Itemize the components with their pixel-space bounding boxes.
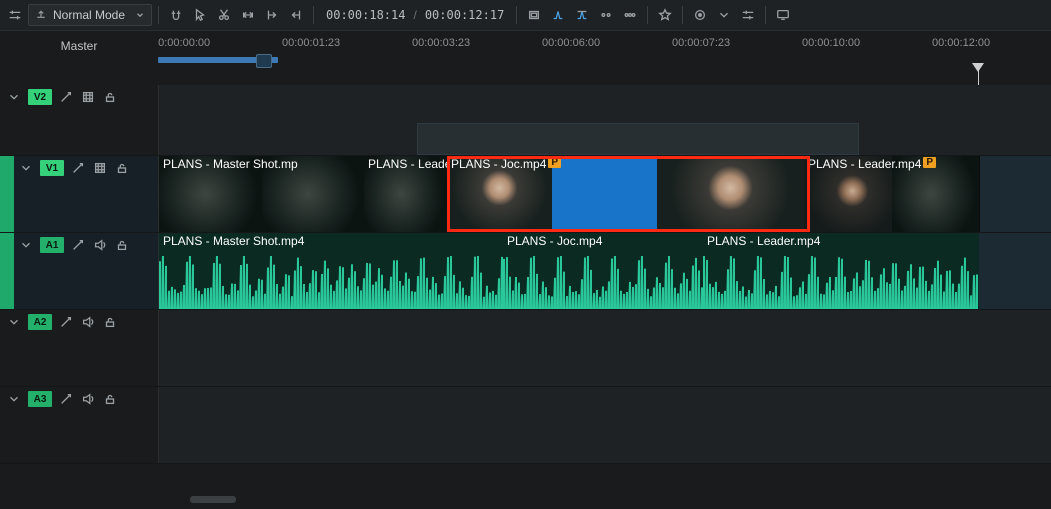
video-clip[interactable] xyxy=(657,156,805,232)
trim-out-icon[interactable] xyxy=(285,5,307,25)
edit-mode-select[interactable]: Normal Mode xyxy=(28,4,152,26)
trackfx-icon[interactable] xyxy=(58,314,74,330)
mix-icon-1[interactable] xyxy=(547,5,569,25)
video-clip[interactable]: PLANS - Joc.mp4P xyxy=(447,156,658,232)
clip-title: PLANS - Joc.mp4 xyxy=(503,233,703,249)
lock-icon[interactable] xyxy=(114,160,130,176)
collapse-icon[interactable] xyxy=(6,391,22,407)
track-active-marker xyxy=(0,233,14,309)
speaker-icon[interactable] xyxy=(80,314,96,330)
spacer-icon[interactable] xyxy=(237,5,259,25)
trackfx-icon[interactable] xyxy=(58,89,74,105)
track-body-a2[interactable] xyxy=(159,310,1051,386)
ruler-tick: 00:00:12:00 xyxy=(932,37,990,49)
track-body-v2[interactable] xyxy=(159,85,1051,155)
audio-clip[interactable]: PLANS - Joc.mp4 xyxy=(503,233,703,309)
favorite-icon[interactable] xyxy=(654,5,676,25)
trim-in-icon[interactable] xyxy=(261,5,283,25)
track-head-a1[interactable]: A1 xyxy=(0,233,158,309)
composition-icon[interactable] xyxy=(523,5,545,25)
trackfx-icon[interactable] xyxy=(58,391,74,407)
track-body-a3[interactable] xyxy=(159,387,1051,463)
timecode-total: 00:00:12:17 xyxy=(419,8,510,22)
ruler-tick: 00:00:07:23 xyxy=(672,37,730,49)
collapse-icon[interactable] xyxy=(6,314,22,330)
track-chip-v1[interactable]: V1 xyxy=(40,160,64,176)
collapse-icon[interactable] xyxy=(6,89,22,105)
track-chip-a3[interactable]: A3 xyxy=(28,391,52,407)
chevron-down-icon[interactable] xyxy=(713,5,735,25)
track-chip-a2[interactable]: A2 xyxy=(28,314,52,330)
time-ruler[interactable]: 00:00:00:00 00:00:01:23 00:00:03:23 00:00:0… xyxy=(158,31,1051,86)
dots-icon-2[interactable] xyxy=(619,5,641,25)
ruler-tick: 00:00:03:23 xyxy=(412,37,470,49)
ruler-tick: 00:00:10:00 xyxy=(802,37,860,49)
zoom-thumb[interactable] xyxy=(256,54,272,68)
track-chip-a1[interactable]: A1 xyxy=(40,237,64,253)
snap-icon[interactable] xyxy=(165,5,187,25)
clip-title: PLANS - Leader.mp4 xyxy=(703,233,979,249)
master-label[interactable]: Master xyxy=(0,31,158,93)
clip-title: PLANS - Master Shot.mp xyxy=(159,156,364,172)
mix-icon-2[interactable] xyxy=(571,5,593,25)
track-head-v1[interactable]: V1 xyxy=(0,156,158,232)
film-icon[interactable] xyxy=(80,89,96,105)
track-head-a3[interactable]: A3 xyxy=(0,387,158,463)
timecode-current[interactable]: 00:00:18:14 xyxy=(320,8,411,22)
track-chip-v2[interactable]: V2 xyxy=(28,89,52,105)
clip-title: PLANS - Master Shot.mp4 xyxy=(159,233,503,249)
clip-title: PLANS - Leader.mp4P xyxy=(804,156,979,172)
track-body-v1[interactable]: PLANS - Master Shot.mpPLANS - LeadePLANS… xyxy=(159,156,1051,232)
timeline-toolbar: Normal Mode 00:00:18:14 / 00:00:12:17 xyxy=(0,0,1051,31)
dots-icon-1[interactable] xyxy=(595,5,617,25)
mode-label: Normal Mode xyxy=(53,8,125,22)
lock-icon[interactable] xyxy=(102,89,118,105)
sliders-icon[interactable] xyxy=(737,5,759,25)
clip-title: PLANS - Leade xyxy=(364,156,447,172)
speaker-icon[interactable] xyxy=(92,237,108,253)
lock-icon[interactable] xyxy=(102,391,118,407)
ruler-tick: 00:00:01:23 xyxy=(282,37,340,49)
track-head-a2[interactable]: A2 xyxy=(0,310,158,386)
clip-title: PLANS - Joc.mp4P xyxy=(447,156,657,172)
collapse-icon[interactable] xyxy=(18,160,34,176)
track-body-a1[interactable]: PLANS - Master Shot.mp4PLANS - Joc.mp4PL… xyxy=(159,233,1051,309)
trackfx-icon[interactable] xyxy=(70,160,86,176)
settings-icon[interactable] xyxy=(4,5,26,25)
pointer-icon[interactable] xyxy=(189,5,211,25)
cut-icon[interactable] xyxy=(213,5,235,25)
lock-icon[interactable] xyxy=(114,237,130,253)
film-icon[interactable] xyxy=(92,160,108,176)
track-active-marker xyxy=(0,156,14,232)
horizontal-scrollbar[interactable] xyxy=(190,496,236,503)
ruler-tick: 00:00:00:00 xyxy=(158,37,210,49)
video-clip[interactable]: PLANS - Master Shot.mp xyxy=(159,156,365,232)
video-clip[interactable]: PLANS - Leader.mp4P xyxy=(804,156,980,232)
playhead[interactable] xyxy=(978,63,979,86)
speaker-icon[interactable] xyxy=(80,391,96,407)
lock-icon[interactable] xyxy=(102,314,118,330)
ruler-tick: 00:00:06:00 xyxy=(542,37,600,49)
collapse-icon[interactable] xyxy=(18,237,34,253)
trackfx-icon[interactable] xyxy=(70,237,86,253)
track-head-v2[interactable]: V2 xyxy=(0,85,158,155)
audio-clip[interactable]: PLANS - Leader.mp4 xyxy=(703,233,979,309)
audio-clip[interactable]: PLANS - Master Shot.mp4 xyxy=(159,233,503,309)
record-icon[interactable] xyxy=(689,5,711,25)
monitor-icon[interactable] xyxy=(772,5,794,25)
video-clip[interactable]: PLANS - Leade xyxy=(364,156,448,232)
placeholder-clip[interactable] xyxy=(417,123,859,155)
